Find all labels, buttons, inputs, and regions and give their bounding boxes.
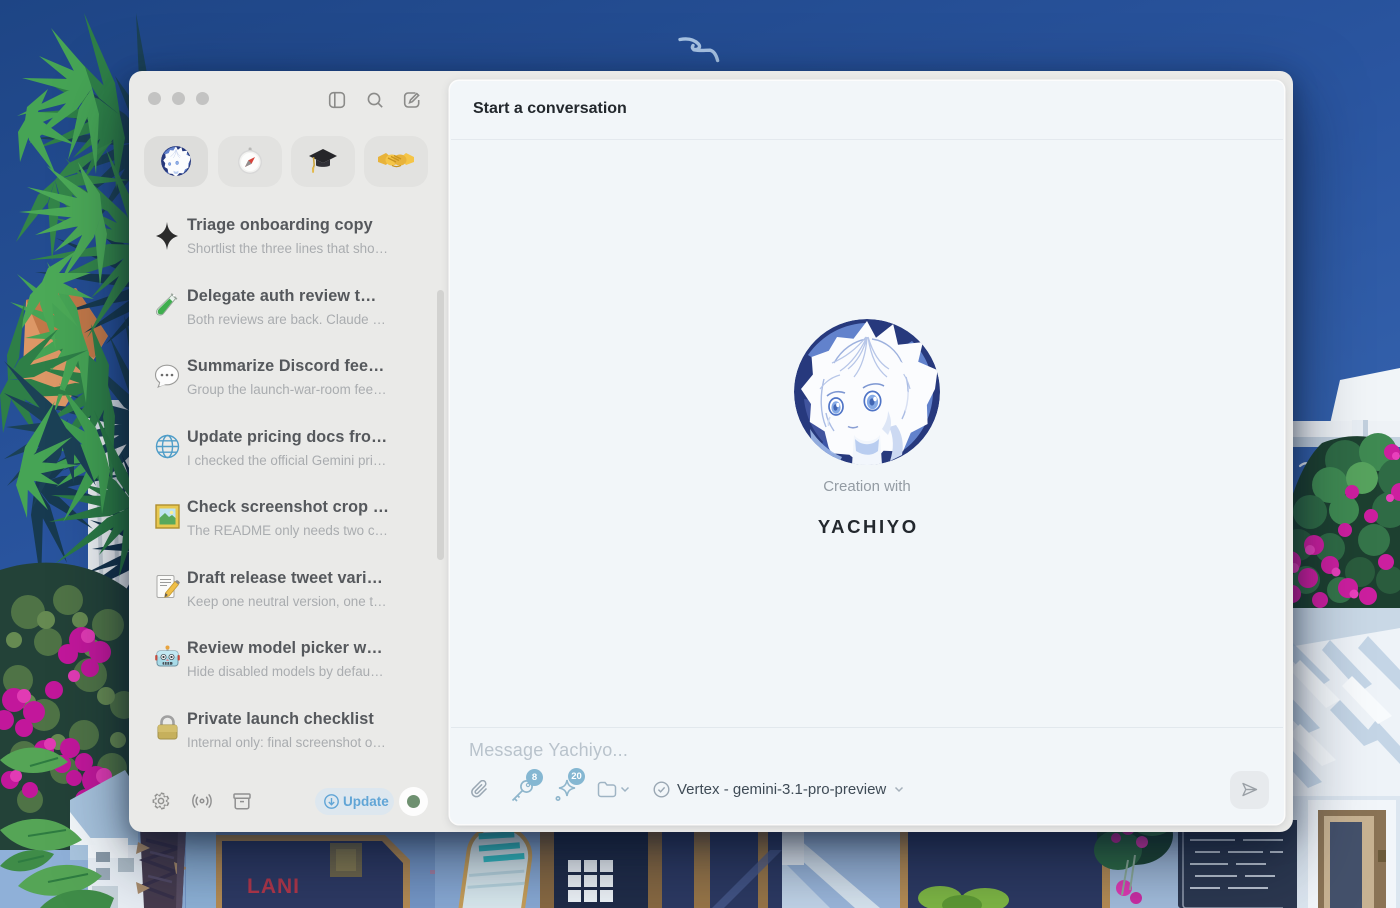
svg-text:LANI: LANI	[247, 875, 300, 898]
